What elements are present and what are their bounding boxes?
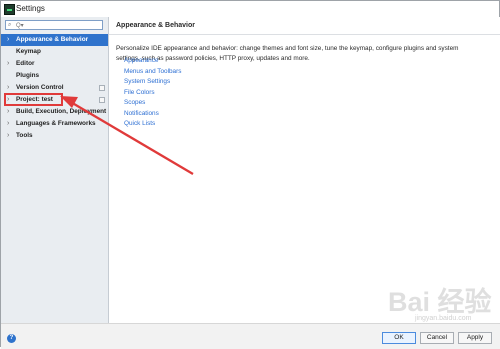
page-title: Appearance & Behavior	[116, 22, 195, 29]
link-menus-toolbars[interactable]: Menus and Toolbars	[124, 68, 181, 76]
chevron-right-icon: ›	[7, 120, 10, 127]
sidebar-item-label: Plugins	[16, 72, 40, 79]
dialog-footer: ? OK Cancel Apply	[1, 323, 500, 349]
link-system-settings[interactable]: System Settings	[124, 78, 170, 86]
settings-search[interactable]: ⌕	[5, 20, 103, 30]
sidebar-item-label: Appearance & Behavior	[16, 36, 89, 43]
project-settings-icon	[99, 97, 105, 103]
apply-button[interactable]: Apply	[458, 332, 492, 344]
page-description: Personalize IDE appearance and behavior:…	[116, 45, 459, 62]
link-quick-lists[interactable]: Quick Lists	[124, 120, 155, 128]
project-settings-icon	[99, 85, 105, 91]
sidebar-item-build-execution-deployment[interactable]: › Build, Execution, Deployment	[1, 106, 108, 118]
sidebar-item-label: Keymap	[16, 48, 41, 55]
sidebar-item-tools[interactable]: › Tools	[1, 130, 108, 142]
sidebar-item-editor[interactable]: › Editor	[1, 58, 108, 70]
link-file-colors[interactable]: File Colors	[124, 89, 155, 97]
link-appearance[interactable]: Appearance	[124, 57, 158, 65]
link-notifications[interactable]: Notifications	[124, 110, 159, 118]
sidebar-item-label: Editor	[16, 60, 35, 67]
window-title: Settings	[16, 4, 45, 13]
intellij-app-icon	[4, 4, 15, 15]
chevron-right-icon: ›	[7, 84, 10, 91]
title-bar: Settings	[1, 1, 499, 18]
link-scopes[interactable]: Scopes	[124, 99, 145, 107]
settings-window: Settings ⌕ › Appearance & Behavior Keyma…	[0, 0, 500, 349]
sidebar-item-keymap[interactable]: Keymap	[1, 46, 108, 58]
sidebar-item-appearance-behavior[interactable]: › Appearance & Behavior	[1, 34, 108, 46]
settings-content: Appearance & Behavior Personalize IDE ap…	[109, 17, 500, 323]
search-icon: ⌕	[8, 22, 12, 28]
sidebar-item-label: Version Control	[16, 84, 64, 91]
content-header: Appearance & Behavior	[109, 17, 500, 35]
sidebar-item-languages-frameworks[interactable]: › Languages & Frameworks	[1, 118, 108, 130]
search-input[interactable]	[16, 22, 96, 29]
sidebar-item-label: Tools	[16, 132, 33, 139]
cancel-button[interactable]: Cancel	[420, 332, 454, 344]
chevron-right-icon: ›	[7, 36, 10, 43]
sidebar-item-plugins[interactable]: Plugins	[1, 70, 108, 82]
ok-button[interactable]: OK	[382, 332, 416, 344]
annotation-highlight	[4, 93, 63, 106]
settings-sidebar: ⌕ › Appearance & Behavior Keymap › Edito…	[1, 17, 109, 323]
sidebar-item-label: Languages & Frameworks	[16, 120, 96, 127]
sidebar-item-label: Build, Execution, Deployment	[16, 108, 107, 115]
chevron-right-icon: ›	[7, 60, 10, 67]
chevron-right-icon: ›	[7, 108, 10, 115]
chevron-right-icon: ›	[7, 132, 10, 139]
help-icon[interactable]: ?	[7, 334, 16, 343]
